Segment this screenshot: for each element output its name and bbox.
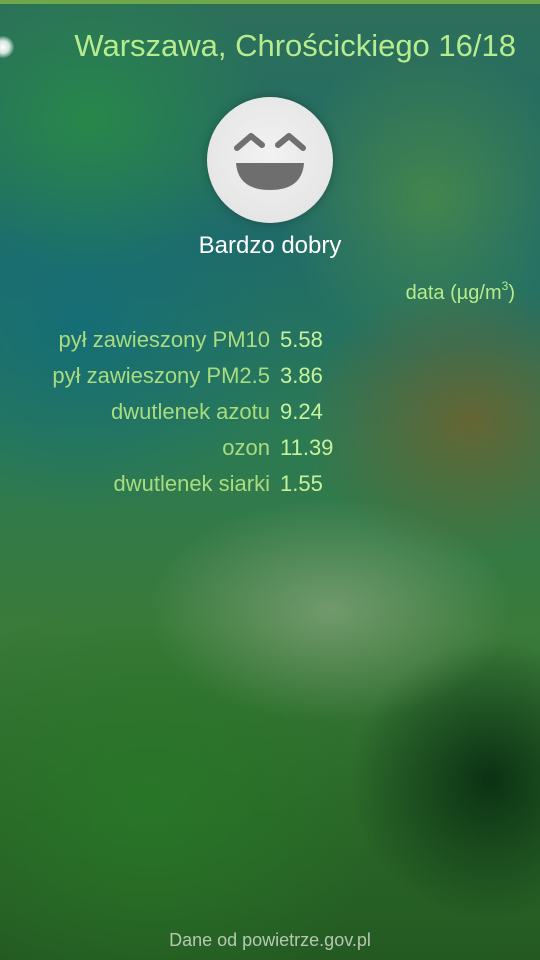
reading-name: ozon [222,435,270,460]
reading-row-pm10: pył zawieszony PM10 5.58 [0,322,540,358]
reading-name: pył zawieszony PM10 [58,327,270,352]
reading-value: 3.86 [280,363,323,388]
reading-value: 5.58 [280,327,323,352]
reading-row-no2: dwutlenek azotu 9.24 [0,394,540,430]
unit-label-prefix: data (µg/m [405,282,502,304]
reading-name: pył zawieszony PM2.5 [52,363,270,388]
readings-list: pył zawieszony PM10 5.58 pył zawieszony … [0,322,540,502]
location-title: Warszawa, Chrościckiego 16/18 [74,28,516,63]
reading-row-pm25: pył zawieszony PM2.5 3.86 [0,358,540,394]
reading-value: 1.55 [280,471,323,496]
top-accent-bar [0,0,540,4]
data-source-footer: Dane od powietrze.gov.pl [169,930,371,950]
pulley-menu-indicator [0,36,14,58]
reading-name: dwutlenek siarki [113,471,270,496]
unit-label: data (µg/m3) [406,279,515,305]
air-quality-label: Bardzo dobry [198,232,342,259]
laughing-smiley-icon [207,97,333,223]
unit-label-suffix: ) [508,282,515,304]
reading-value: 11.39 [280,435,334,460]
reading-value: 9.24 [280,399,323,424]
reading-row-o3: ozon 11.39 [0,430,540,466]
reading-name: dwutlenek azotu [111,399,270,424]
reading-row-so2: dwutlenek siarki 1.55 [0,466,540,502]
